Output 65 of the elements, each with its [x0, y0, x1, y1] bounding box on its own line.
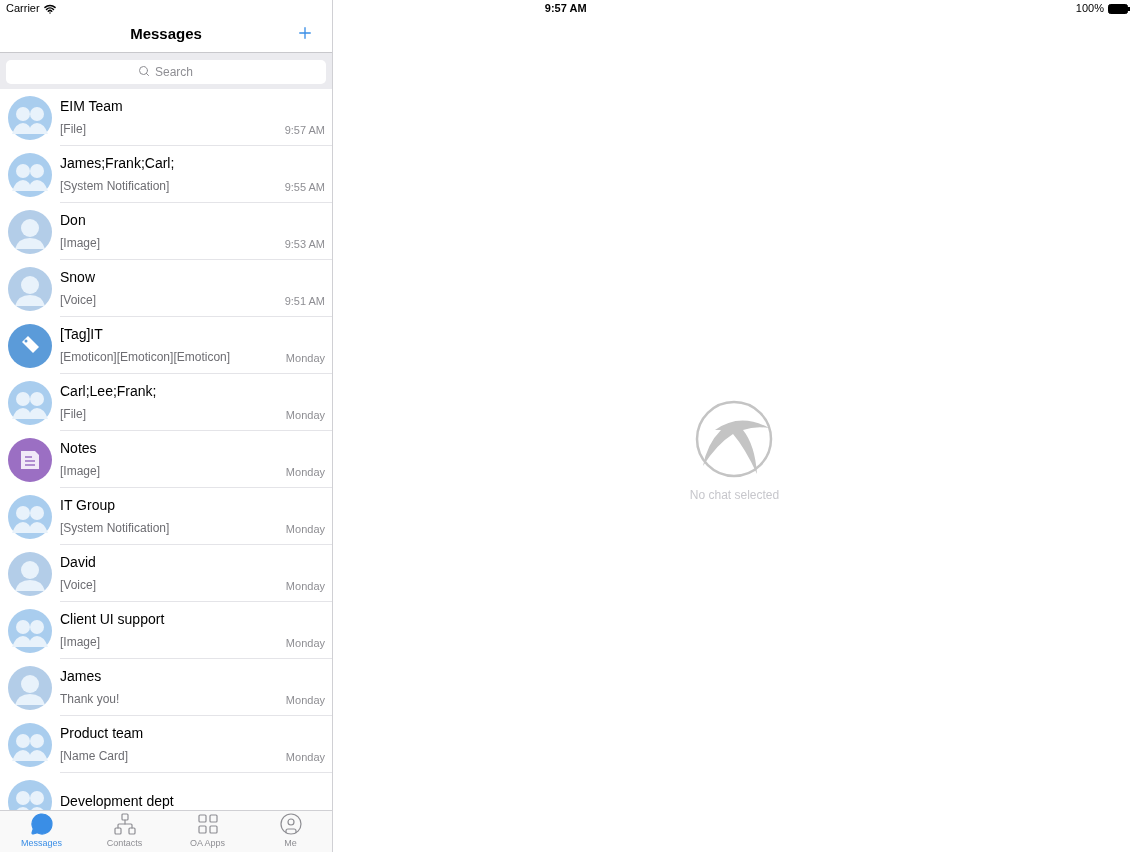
conversation-name: Notes: [60, 439, 98, 458]
message-time: Monday: [285, 350, 325, 366]
search-icon: [138, 64, 150, 77]
message-time: 9:55 AM: [284, 179, 325, 195]
conversation-name: Carl;Lee;Frank;: [60, 382, 158, 401]
conversation-name: David: [60, 553, 97, 572]
plus-icon: [296, 24, 314, 42]
conversation-name: Don: [60, 211, 87, 230]
group-avatar-icon: [8, 608, 52, 653]
note-avatar-icon: [8, 437, 52, 482]
message-time: Monday: [285, 578, 325, 594]
wifi-icon: [43, 2, 56, 15]
hierarchy-icon: [112, 812, 137, 837]
group-avatar-icon: [8, 152, 52, 197]
message-time: Monday: [285, 521, 325, 537]
message-time: 9:53 AM: [284, 236, 325, 252]
group-avatar-icon: [8, 380, 52, 425]
message-preview: [File]: [60, 121, 86, 138]
carrier-label: Carrier: [6, 1, 40, 17]
group-avatar-icon: [8, 95, 52, 140]
new-message-button[interactable]: [296, 24, 314, 42]
message-time: Monday: [285, 692, 325, 708]
message-preview: [Image]: [60, 463, 101, 480]
person-avatar-icon: [8, 266, 52, 311]
empty-state-text: No chat selected: [689, 487, 780, 504]
conversation-name: EIM Team: [60, 97, 124, 116]
message-time: Monday: [285, 407, 325, 423]
group-avatar-icon: [8, 722, 52, 767]
person-avatar-icon: [8, 209, 52, 254]
status-time: 9:57 AM: [544, 1, 587, 17]
conversation-name: James;Frank;Carl;: [60, 154, 176, 173]
message-preview: [Image]: [60, 235, 101, 252]
message-time: 9:57 AM: [284, 122, 325, 138]
message-preview: [Emoticon][Emoticon][Emoticon]: [60, 349, 231, 366]
message-preview: [System Notification]: [60, 520, 170, 537]
message-preview: [System Notification]: [60, 178, 170, 195]
conversation-name: Client UI support: [60, 610, 166, 629]
person-avatar-icon: [8, 551, 52, 596]
message-time: 9:51 AM: [284, 293, 325, 309]
message-preview: Thank you!: [60, 691, 120, 708]
person-avatar-icon: [8, 665, 52, 710]
message-time: Monday: [285, 635, 325, 651]
conversation-name: Product team: [60, 724, 145, 743]
chat-bubble-icon: [29, 812, 54, 837]
user-icon: [278, 812, 303, 837]
tag-avatar-icon: [8, 323, 52, 368]
battery-icon: [1108, 3, 1130, 14]
message-preview: [File]: [60, 406, 86, 423]
search-field[interactable]: Search: [6, 59, 326, 84]
message-preview: [Voice]: [60, 292, 97, 309]
message-time: Monday: [285, 464, 325, 480]
conversation-name: Snow: [60, 268, 97, 287]
message-time: Monday: [285, 749, 325, 765]
conversation-name: James: [60, 667, 103, 686]
grid-icon: [195, 812, 220, 837]
battery-percent: 100%: [1075, 1, 1104, 17]
conversation-name: Development dept: [60, 791, 175, 810]
sidebar-title: Messages: [130, 24, 202, 45]
message-preview: [Name Card]: [60, 748, 129, 765]
message-preview: [Image]: [60, 634, 101, 651]
group-avatar-icon: [8, 494, 52, 539]
conversation-name: IT Group: [60, 496, 116, 515]
conversation-name: [Tag]IT: [60, 325, 104, 344]
message-preview: [Voice]: [60, 577, 97, 594]
ball-logo-icon: [695, 400, 774, 478]
